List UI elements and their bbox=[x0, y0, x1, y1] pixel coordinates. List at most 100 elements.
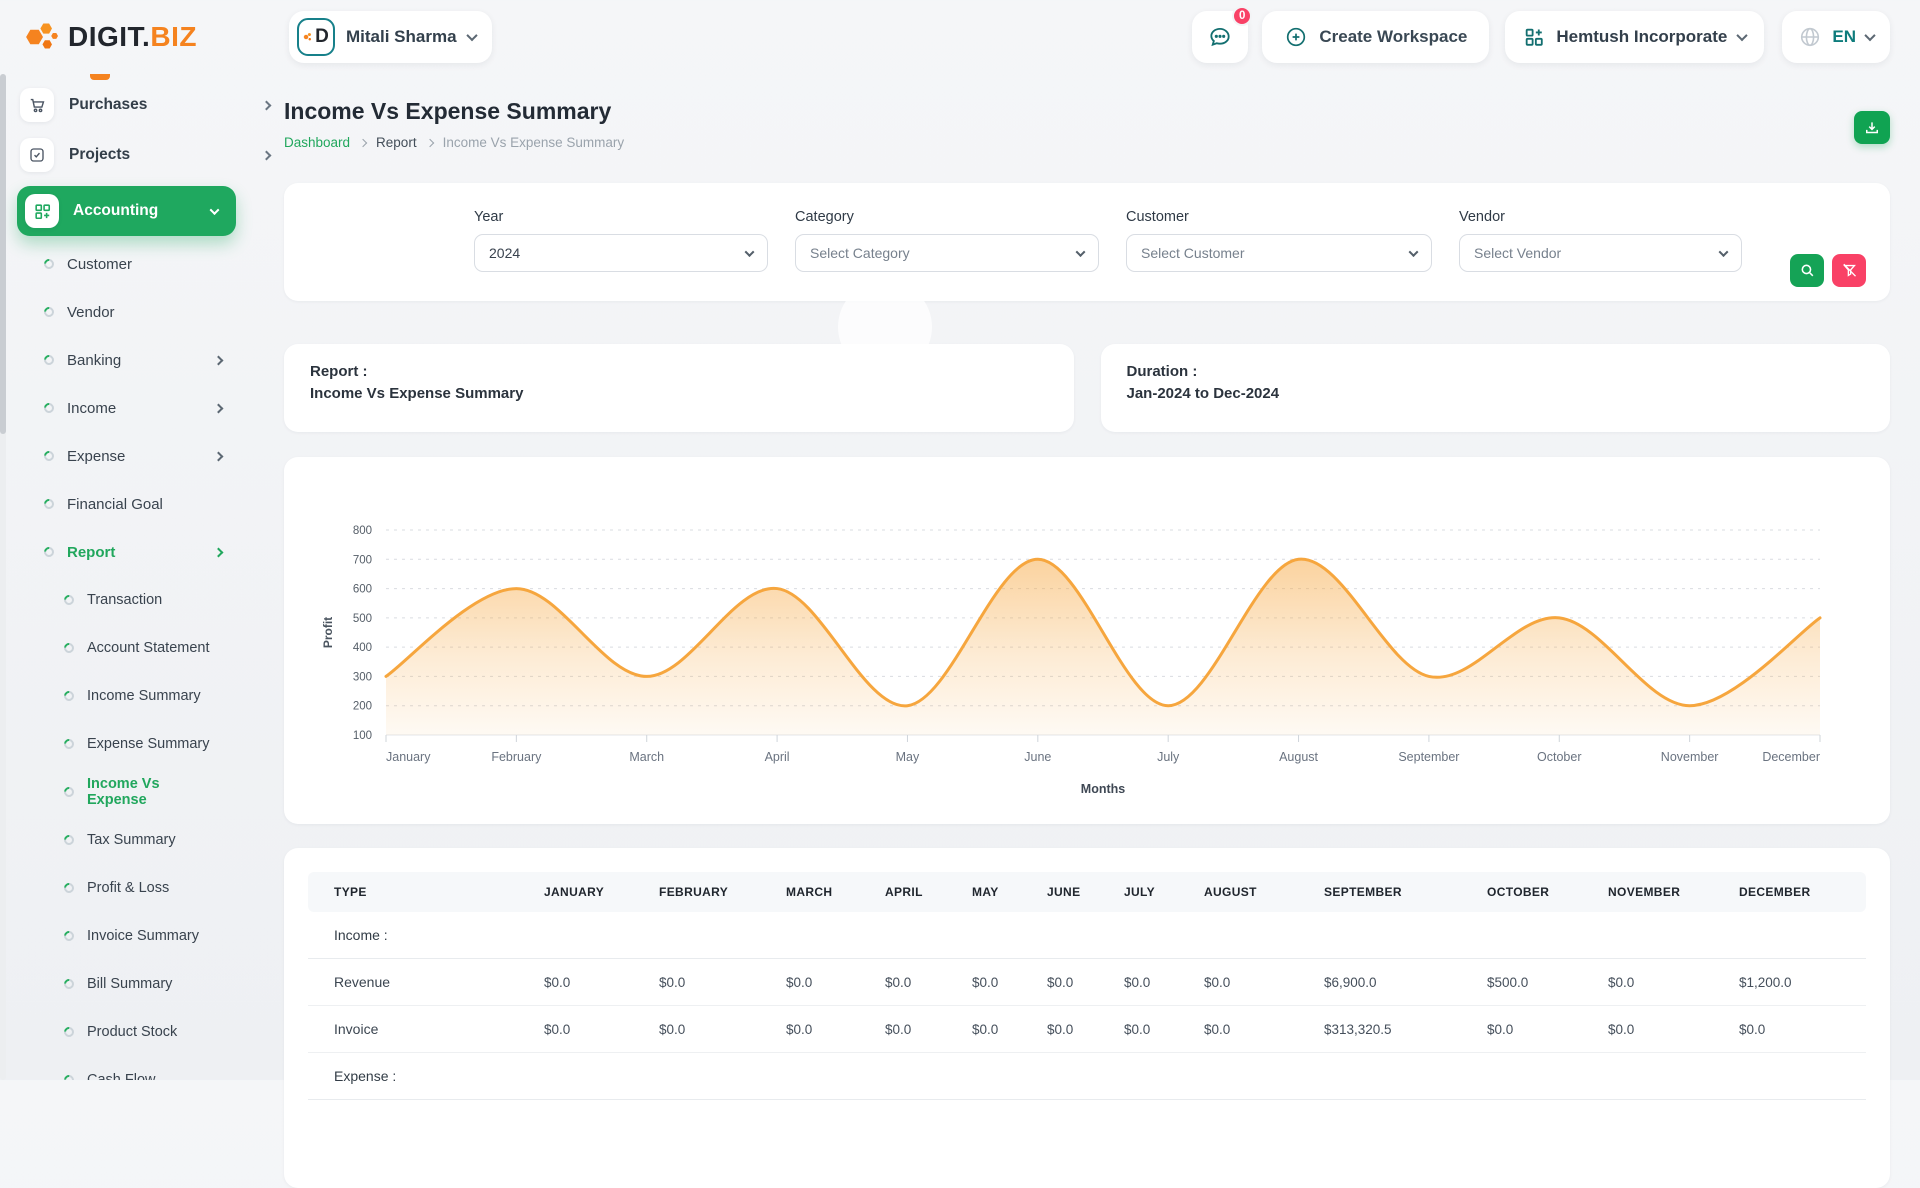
sidebar-item-cash-flow[interactable]: Cash Flow bbox=[0, 1056, 284, 1080]
svg-text:600: 600 bbox=[353, 584, 372, 596]
bullet-ring-icon bbox=[62, 641, 76, 655]
sidebar-item-bill-summary[interactable]: Bill Summary bbox=[0, 960, 284, 1008]
table-row: Revenue$0.0$0.0$0.0$0.0$0.0$0.0$0.0$0.0$… bbox=[308, 959, 1866, 1006]
bullet-ring-icon bbox=[62, 1025, 76, 1039]
table-column-header: SEPTEMBER bbox=[1314, 872, 1477, 912]
cell-value bbox=[1729, 912, 1866, 959]
sidebar-item-income-vs-expense[interactable]: Income Vs Expense bbox=[0, 768, 284, 816]
brand-logo[interactable]: DIGIT.BIZ bbox=[0, 19, 284, 55]
sidebar: PurchasesProjects Accounting CustomerVen… bbox=[0, 74, 284, 1080]
create-workspace-button[interactable]: Create Workspace bbox=[1262, 11, 1489, 63]
duration-info-card: Duration : Jan-2024 to Dec-2024 bbox=[1101, 344, 1891, 432]
table-column-header: NOVEMBER bbox=[1598, 872, 1729, 912]
workspace-switcher[interactable]: Hemtush Incorporate bbox=[1505, 11, 1764, 63]
clear-filter-button[interactable] bbox=[1832, 254, 1866, 287]
sidebar-item-invoice-summary[interactable]: Invoice Summary bbox=[0, 912, 284, 960]
sidebar-item-product-stock[interactable]: Product Stock bbox=[0, 1008, 284, 1056]
sidebar-item-accounting[interactable]: Accounting bbox=[17, 186, 236, 236]
select-value: Select Category bbox=[810, 245, 910, 261]
create-workspace-label: Create Workspace bbox=[1319, 27, 1467, 47]
chevron-right-icon bbox=[425, 138, 433, 146]
chevron-right-icon bbox=[262, 100, 272, 110]
filter-bar: Year2024CategorySelect CategoryCustomerS… bbox=[284, 183, 1890, 301]
customer-select[interactable]: Select Customer bbox=[1126, 234, 1432, 272]
brand-hexagon-icon bbox=[24, 19, 62, 55]
sidebar-item-expense[interactable]: Expense bbox=[0, 432, 284, 480]
sidebar-item-projects[interactable]: Projects bbox=[20, 130, 270, 180]
language-switcher[interactable]: EN bbox=[1782, 11, 1890, 63]
breadcrumb: DashboardReportIncome Vs Expense Summary bbox=[284, 135, 1890, 150]
cell-value bbox=[534, 1053, 649, 1100]
table-column-header: TYPE bbox=[308, 872, 534, 912]
sidebar-item-label: Account Statement bbox=[87, 640, 222, 656]
cell-value bbox=[1114, 1053, 1194, 1100]
table-column-header: DECEMBER bbox=[1729, 872, 1866, 912]
cell-value: $0.0 bbox=[962, 1006, 1037, 1053]
filter-field-customer: Customer Select Customer bbox=[1126, 209, 1432, 272]
svg-text:100: 100 bbox=[353, 730, 372, 742]
table-section-row: Expense : bbox=[308, 1053, 1866, 1100]
sidebar-item-transaction[interactable]: Transaction bbox=[0, 576, 284, 624]
sidebar-item-customer[interactable]: Customer bbox=[0, 240, 284, 288]
download-button[interactable] bbox=[1854, 111, 1890, 144]
user-menu[interactable]: D Mitali Sharma bbox=[289, 11, 492, 63]
cell-value bbox=[1598, 912, 1729, 959]
bullet-ring-icon bbox=[42, 353, 56, 367]
sidebar-item-income-summary[interactable]: Income Summary bbox=[0, 672, 284, 720]
sidebar-item-income[interactable]: Income bbox=[0, 384, 284, 432]
year-select[interactable]: 2024 bbox=[474, 234, 768, 272]
cell-value bbox=[875, 1053, 962, 1100]
sidebar-item-report[interactable]: Report bbox=[0, 528, 284, 576]
chart-card: 100200300400500600700800JanuaryFebruaryM… bbox=[284, 457, 1890, 824]
sidebar-item-account-statement[interactable]: Account Statement bbox=[0, 624, 284, 672]
svg-text:December: December bbox=[1762, 750, 1820, 764]
language-label: EN bbox=[1832, 27, 1856, 47]
cell-value: $0.0 bbox=[1194, 959, 1314, 1006]
table-column-header: MARCH bbox=[776, 872, 875, 912]
sidebar-item-vendor[interactable]: Vendor bbox=[0, 288, 284, 336]
cell-value bbox=[1194, 912, 1314, 959]
table-column-header: OCTOBER bbox=[1477, 872, 1598, 912]
sidebar-scrollbar[interactable] bbox=[0, 74, 6, 1080]
select-value: Select Customer bbox=[1141, 245, 1244, 261]
page-title: Income Vs Expense Summary bbox=[284, 98, 1890, 125]
sidebar-item-profit-loss[interactable]: Profit & Loss bbox=[0, 864, 284, 912]
sidebar-item-label: Profit & Loss bbox=[87, 880, 222, 896]
sidebar-item-banking[interactable]: Banking bbox=[0, 336, 284, 384]
select-value: Select Vendor bbox=[1474, 245, 1561, 261]
sidebar-item-expense-summary[interactable]: Expense Summary bbox=[0, 720, 284, 768]
sidebar-item-tax-summary[interactable]: Tax Summary bbox=[0, 816, 284, 864]
table-section-row: Income : bbox=[308, 912, 1866, 959]
search-button[interactable] bbox=[1790, 254, 1824, 287]
chevron-down-icon bbox=[1719, 247, 1729, 257]
breadcrumb-link[interactable]: Report bbox=[376, 135, 417, 150]
bullet-ring-icon bbox=[62, 977, 76, 991]
svg-text:300: 300 bbox=[353, 671, 372, 683]
bullet-ring-icon bbox=[62, 1073, 76, 1080]
bullet-ring-icon bbox=[42, 401, 56, 415]
sidebar-item-label: Report bbox=[67, 544, 202, 561]
filter-off-icon bbox=[1841, 262, 1858, 279]
cell-value: $0.0 bbox=[875, 959, 962, 1006]
cell-value bbox=[649, 1053, 776, 1100]
sidebar-item-financial-goal[interactable]: Financial Goal bbox=[0, 480, 284, 528]
sidebar-item-purchases[interactable]: Purchases bbox=[20, 80, 270, 130]
category-select[interactable]: Select Category bbox=[795, 234, 1099, 272]
download-icon bbox=[1863, 119, 1881, 137]
cell-value bbox=[1037, 1053, 1114, 1100]
cell-value bbox=[1729, 1053, 1866, 1100]
bullet-ring-icon bbox=[42, 305, 56, 319]
globe-icon bbox=[1798, 25, 1822, 49]
sidebar-item-label: Transaction bbox=[87, 592, 222, 608]
report-info-card: Report : Income Vs Expense Summary bbox=[284, 344, 1074, 432]
chevron-right-icon bbox=[214, 547, 224, 557]
chat-button[interactable]: 0 bbox=[1192, 11, 1248, 63]
vendor-select[interactable]: Select Vendor bbox=[1459, 234, 1742, 272]
filter-label: Customer bbox=[1126, 209, 1432, 225]
breadcrumb-link[interactable]: Dashboard bbox=[284, 135, 350, 150]
chat-icon bbox=[1207, 24, 1233, 50]
svg-text:November: November bbox=[1661, 750, 1719, 764]
workspace-logo-icon: D bbox=[297, 18, 335, 56]
sidebar-item-label: Cash Flow bbox=[87, 1072, 222, 1080]
bullet-ring-icon bbox=[62, 689, 76, 703]
